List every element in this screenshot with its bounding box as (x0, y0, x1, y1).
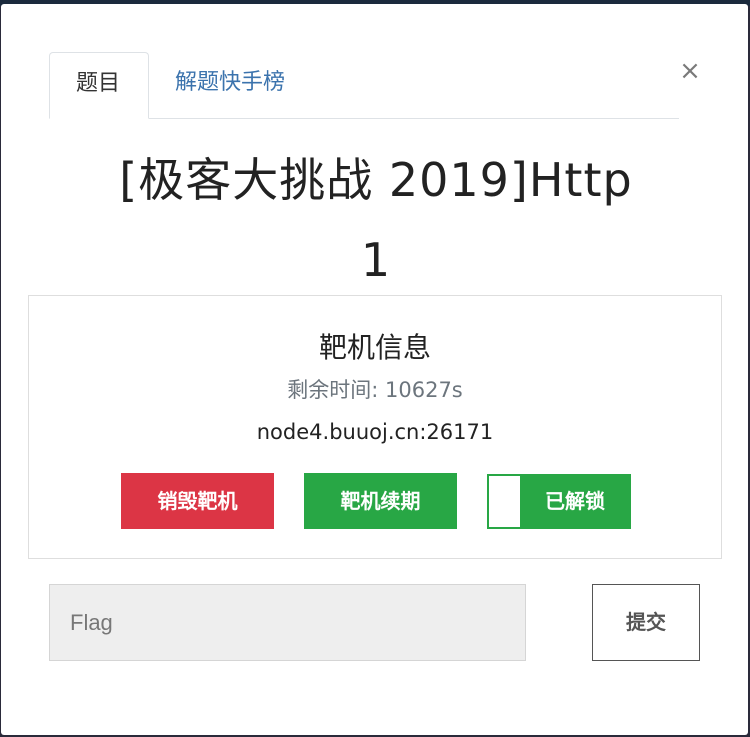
toggle-knob (489, 476, 520, 527)
challenge-title: [极客大挑战 2019]Http 1 (61, 140, 691, 300)
challenge-title-line2: 1 (360, 233, 392, 287)
panel-heading: 靶机信息 (318, 331, 431, 364)
tab-solve-leaderboard[interactable]: 解题快手榜 (149, 52, 311, 114)
remaining-time: 剩余时间: 10627s (287, 378, 463, 402)
renew-machine-button[interactable]: 靶机续期 (304, 473, 457, 529)
submit-button[interactable]: 提交 (592, 584, 700, 661)
challenge-modal: 题目 解题快手榜 × [极客大挑战 2019]Http 1 靶机信息 剩余时间:… (1, 4, 748, 735)
unlocked-toggle[interactable]: 已解锁 (487, 474, 631, 529)
destroy-machine-button[interactable]: 销毁靶机 (121, 473, 274, 529)
unlocked-label: 已解锁 (545, 489, 605, 513)
tab-challenge[interactable]: 题目 (49, 52, 149, 119)
modal-tabs: 题目 解题快手榜 (49, 52, 679, 119)
target-machine-panel: 靶机信息 剩余时间: 10627s node4.buuoj.cn:26171 销… (28, 295, 722, 559)
flag-input[interactable] (49, 584, 526, 661)
challenge-title-line1: [极客大挑战 2019]Http (119, 153, 633, 207)
close-icon[interactable]: × (677, 56, 703, 86)
machine-address: node4.buuoj.cn:26171 (256, 420, 494, 444)
